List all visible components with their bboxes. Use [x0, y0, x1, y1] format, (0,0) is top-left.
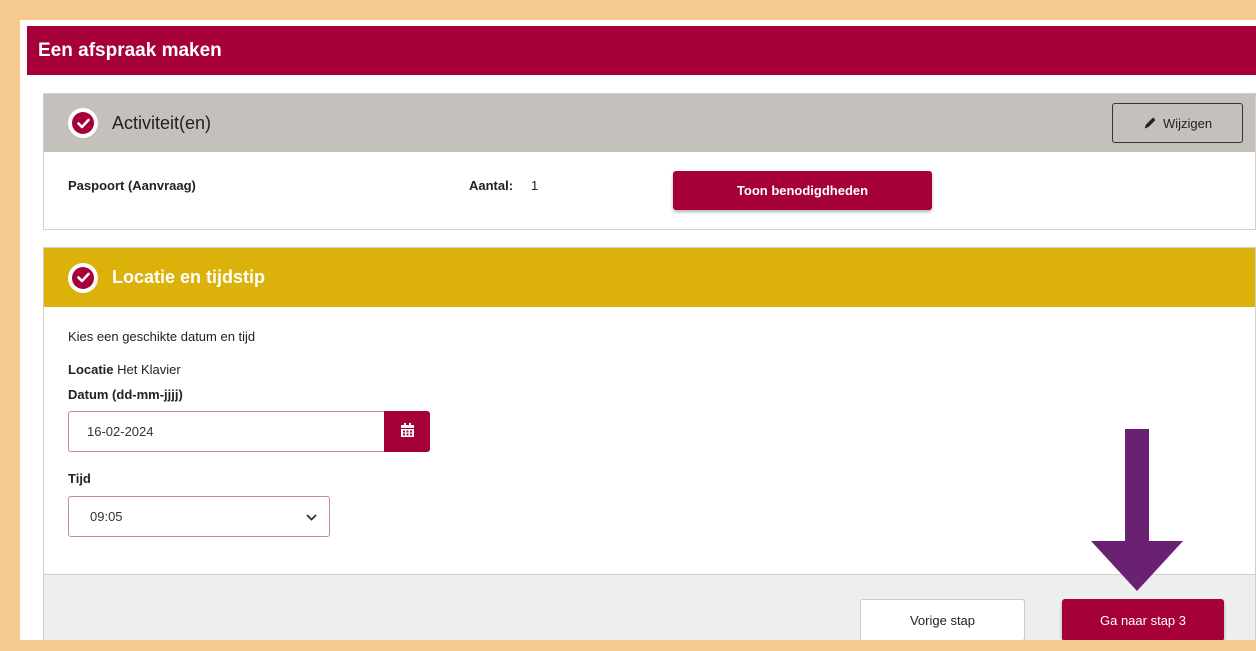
page-frame: Een afspraak maken Activiteit(en) Wijzig… [20, 20, 1256, 640]
time-value: 09:05 [90, 509, 123, 524]
activity-name: Paspoort (Aanvraag) [68, 178, 196, 193]
edit-label: Wijzigen [1162, 115, 1213, 131]
instruction-text: Kies een geschikte datum en tijd [68, 329, 256, 344]
activity-count-label: Aantal: [469, 178, 514, 193]
location-value: Het Klavier [117, 362, 181, 377]
edit-activities-button[interactable]: Wijzigen [1112, 103, 1243, 143]
previous-step-button[interactable]: Vorige stap [860, 599, 1025, 640]
location-panel: Locatie en tijdstip Kies een geschikte d… [43, 247, 1256, 640]
show-requirements-button[interactable]: Toon benodigdheden [673, 171, 932, 210]
pencil-icon [1143, 116, 1157, 130]
activity-row: Paspoort (Aanvraag) Aantal: 1 Toon benod… [44, 152, 1255, 230]
calendar-button[interactable] [384, 411, 430, 452]
date-input[interactable] [68, 411, 384, 452]
time-label: Tijd [68, 471, 91, 486]
check-circle-icon [68, 262, 98, 293]
calendar-icon [400, 423, 414, 440]
arrow-down-icon [1091, 429, 1183, 591]
location-info: Locatie Het Klavier [68, 362, 181, 377]
next-step-button[interactable]: Ga naar stap 3 [1062, 599, 1224, 640]
date-picker [68, 411, 430, 452]
activity-count-value: 1 [531, 178, 539, 193]
location-body: Kies een geschikte datum en tijd Locatie… [44, 307, 1255, 574]
location-label: Locatie [68, 362, 114, 377]
date-label: Datum (dd-mm-jjjj) [68, 387, 183, 402]
activities-header: Activiteit(en) Wijzigen [44, 94, 1255, 152]
chevron-down-icon [306, 509, 317, 524]
wizard-footer: Vorige stap Ga naar stap 3 [44, 574, 1255, 640]
page-title: Een afspraak maken [27, 26, 1256, 75]
time-select[interactable]: 09:05 [68, 496, 330, 537]
location-header: Locatie en tijdstip [44, 248, 1255, 307]
location-title: Locatie en tijdstip [112, 267, 266, 287]
check-circle-icon [68, 108, 98, 138]
activities-panel: Activiteit(en) Wijzigen Paspoort (Aanvra… [43, 93, 1256, 230]
activities-title: Activiteit(en) [112, 112, 212, 133]
